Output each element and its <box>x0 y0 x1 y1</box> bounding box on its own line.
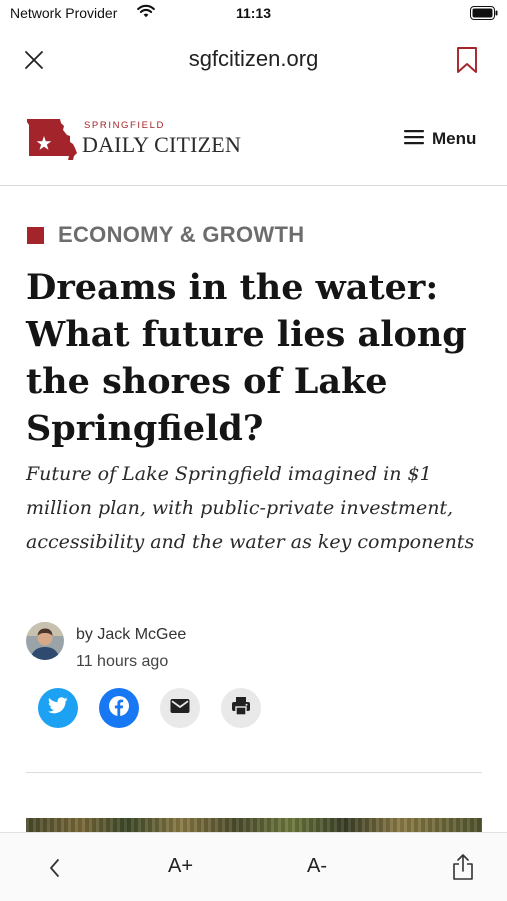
missouri-logo-icon[interactable] <box>26 117 78 166</box>
byline: by Jack McGee 11 hours ago <box>26 620 486 676</box>
author-name[interactable]: by Jack McGee <box>76 626 186 644</box>
logo-main-text: DAILY CITIZEN <box>82 132 242 157</box>
share-icon[interactable] <box>451 853 475 881</box>
author-avatar[interactable] <box>26 622 64 660</box>
email-share-button[interactable] <box>160 688 200 728</box>
article-headline: Dreams in the water: What future lies al… <box>26 267 467 449</box>
publish-time: 11 hours ago <box>76 653 169 670</box>
section-tag[interactable]: ECONOMY & GROWTH <box>27 222 304 248</box>
site-header: SPRINGFIELD DAILY CITIZEN Menu <box>0 92 507 186</box>
twitter-icon <box>47 697 68 719</box>
increase-text-button[interactable]: A+ <box>168 855 193 878</box>
bookmark-icon[interactable] <box>455 46 479 74</box>
article-hero-image[interactable] <box>26 818 482 832</box>
back-icon[interactable] <box>46 857 64 879</box>
status-bar: Network Provider 11:13 <box>0 0 507 28</box>
print-icon <box>231 696 251 721</box>
email-icon <box>170 698 190 719</box>
battery-icon <box>470 6 498 25</box>
hamburger-icon <box>404 129 424 150</box>
facebook-icon <box>108 695 130 722</box>
section-square-icon <box>27 226 44 244</box>
facebook-share-button[interactable] <box>99 688 139 728</box>
menu-button[interactable]: Menu <box>404 128 476 150</box>
section-label: ECONOMY & GROWTH <box>58 222 305 247</box>
status-time: 11:13 <box>235 5 272 21</box>
menu-label: Menu <box>432 129 477 148</box>
share-row <box>38 688 278 728</box>
print-share-button[interactable] <box>221 688 261 728</box>
article-subhead: Future of Lake Springfield imagined in $… <box>26 463 475 553</box>
twitter-share-button[interactable] <box>38 688 78 728</box>
logo-top-text: SPRINGFIELD <box>84 120 165 131</box>
content-divider <box>26 772 482 773</box>
decrease-text-button[interactable]: A- <box>307 855 327 878</box>
page-url: sgfcitizen.org <box>188 46 319 71</box>
bottom-toolbar: A+ A- <box>0 832 507 901</box>
browser-header: sgfcitizen.org <box>0 28 507 92</box>
